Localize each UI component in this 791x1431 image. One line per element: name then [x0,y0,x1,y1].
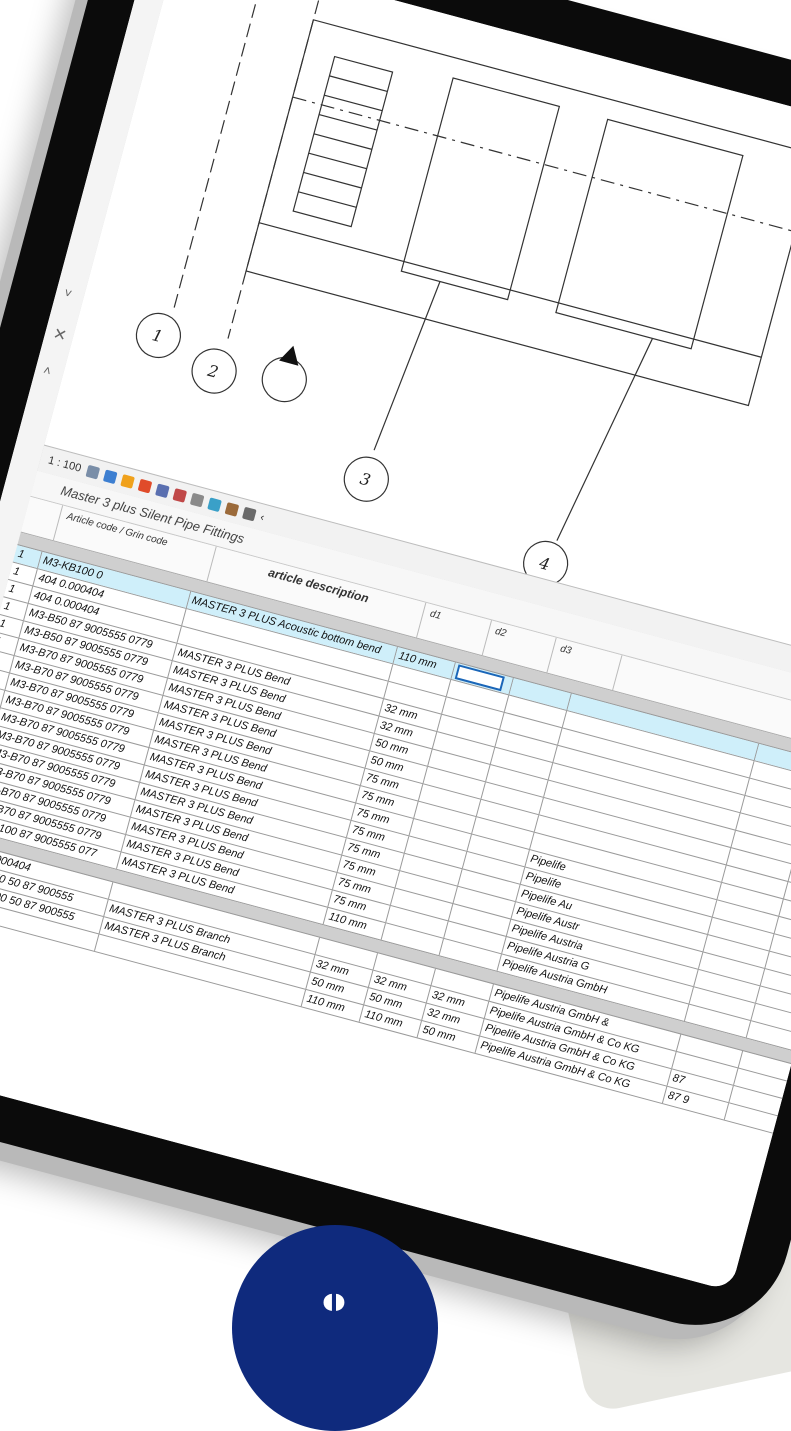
grid-label-2: 2 [205,361,221,382]
grid-line-3 [373,281,441,451]
scroll-up-icon-2[interactable]: ˄ [42,362,53,378]
hide-crop-icon[interactable] [172,487,187,503]
temporary-hide-icon[interactable] [189,492,205,508]
detail-level-icon[interactable] [85,464,100,480]
crop-view-icon[interactable] [154,483,170,499]
brand-logo-mark: ◖◗ [322,1289,346,1314]
tablet-screen: ˄ ˅ ✕ ˄ ˅ ‹ [0,0,791,1292]
analytical-model-icon[interactable] [224,501,239,517]
tablet-device: ˄ ˅ ✕ ˄ ˅ ‹ [0,0,791,1347]
grid-line-1 [172,0,267,314]
brand-logo-circle [232,1225,438,1431]
grid-label-1: 1 [150,325,165,346]
grid-label-4: 4 [536,553,552,574]
sun-path-icon[interactable] [119,474,135,489]
scroll-down-icon[interactable]: ˅ [62,285,73,301]
section-arrow-icon [279,345,299,366]
constraints-icon[interactable] [241,506,257,522]
scale-label[interactable]: 1 : 100 [47,454,83,474]
shadows-icon[interactable] [137,478,152,494]
room-block [400,77,561,301]
toolbar-chevron-icon[interactable]: ‹ [259,511,266,524]
grid-label-3: 3 [358,469,373,490]
visual-style-icon[interactable] [102,469,118,485]
reveal-hidden-icon[interactable] [206,497,222,513]
close-icon[interactable]: ✕ [51,324,69,347]
room-block-2 [555,118,744,350]
grid-line-4 [556,338,654,541]
